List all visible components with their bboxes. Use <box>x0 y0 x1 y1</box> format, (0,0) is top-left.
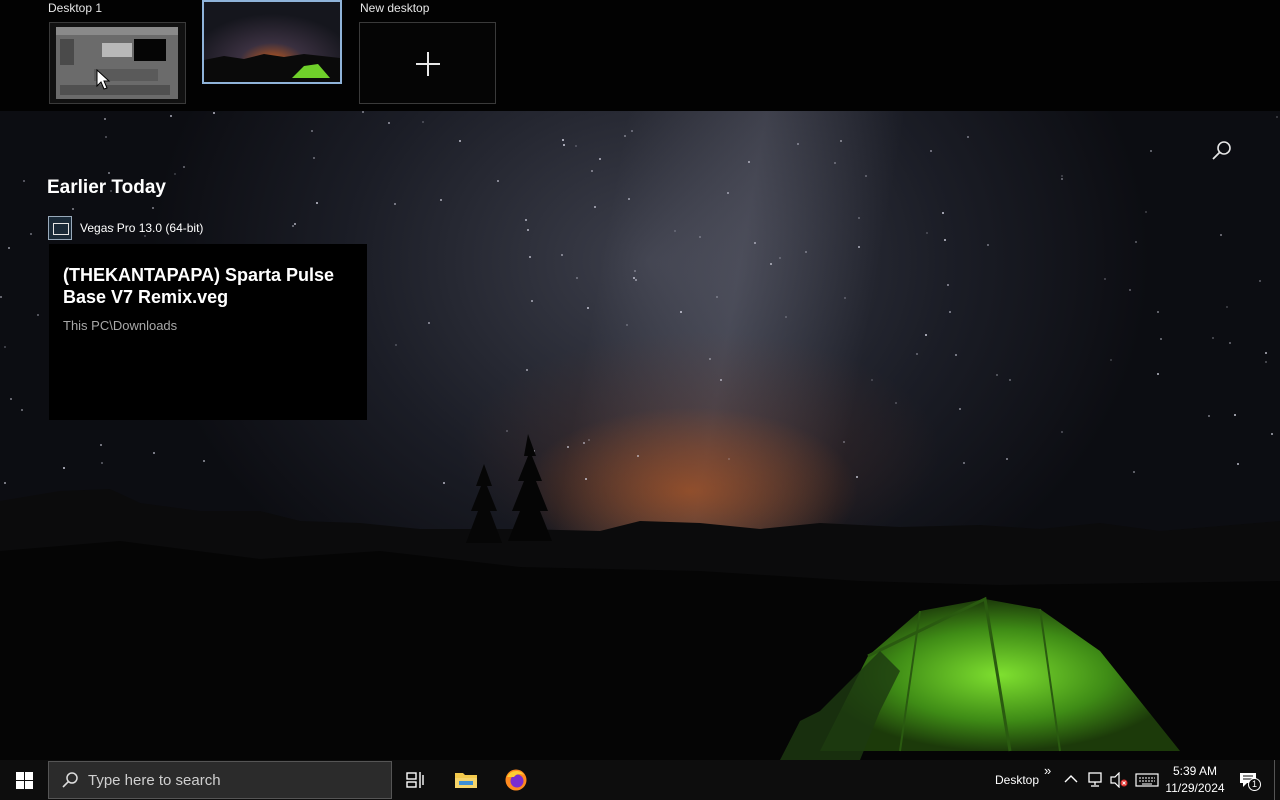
new-desktop-label: New desktop <box>360 1 430 15</box>
desktop-2-preview <box>204 2 340 82</box>
search-placeholder: Type here to search <box>88 771 221 789</box>
clock-time: 5:39 AM <box>1172 764 1218 778</box>
show-desktop-button[interactable] <box>1274 760 1280 800</box>
desktop-2-thumbnail[interactable] <box>202 0 342 84</box>
start-button[interactable] <box>0 760 48 800</box>
desktop-toolbar-label[interactable]: Desktop <box>995 773 1039 787</box>
clock-date: 11/29/2024 <box>1165 781 1225 795</box>
timeline-search-icon[interactable] <box>1211 139 1233 161</box>
task-view-icon <box>406 772 424 788</box>
notification-count-badge: 1 <box>1248 778 1261 791</box>
network-icon[interactable] <box>1086 772 1104 788</box>
system-clock[interactable]: 5:39 AM 11/29/2024 <box>1160 763 1230 797</box>
touch-keyboard-icon[interactable] <box>1135 773 1159 787</box>
landscape-silhouette <box>0 434 1280 760</box>
task-view-button[interactable] <box>392 760 440 800</box>
vegas-film-icon <box>48 216 72 240</box>
file-explorer-button[interactable] <box>442 760 490 800</box>
activity-title: (THEKANTAPAPA) Sparta Pulse Base V7 Remi… <box>63 265 335 307</box>
taskbar: Type here to search Desktop » 5:39 AM 11… <box>0 760 1280 800</box>
windows-logo-icon <box>15 771 33 789</box>
activity-app-name: Vegas Pro 13.0 (64-bit) <box>80 221 204 235</box>
firefox-button[interactable] <box>492 760 540 800</box>
virtual-desktops-bar: Desktop 1 New desktop <box>0 0 1280 111</box>
toolbar-overflow-chevron[interactable]: » <box>1044 763 1051 778</box>
desktop-1-preview <box>56 27 178 99</box>
activity-app-header: Vegas Pro 13.0 (64-bit) <box>48 216 203 240</box>
activity-card[interactable]: (THEKANTAPAPA) Sparta Pulse Base V7 Remi… <box>49 244 367 420</box>
new-desktop-button[interactable] <box>359 22 496 104</box>
desktop-wallpaper <box>0 111 1280 760</box>
action-center-button[interactable]: 1 <box>1236 760 1264 800</box>
activity-path: This PC\Downloads <box>63 318 178 333</box>
volume-muted-icon[interactable] <box>1110 772 1128 788</box>
taskbar-search-box[interactable]: Type here to search <box>48 761 392 799</box>
desktop-1-label: Desktop 1 <box>48 1 103 15</box>
file-explorer-icon <box>455 773 477 788</box>
search-icon <box>62 772 78 788</box>
timeline-section-title: Earlier Today <box>47 177 166 198</box>
desktop-1-thumbnail[interactable] <box>49 22 186 104</box>
show-hidden-icons-chevron-icon[interactable] <box>1064 774 1078 784</box>
plus-icon <box>416 52 440 76</box>
firefox-icon <box>505 769 527 791</box>
